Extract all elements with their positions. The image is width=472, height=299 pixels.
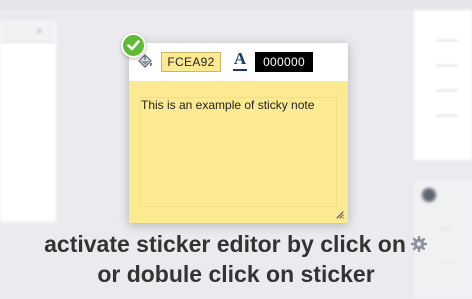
- background-avatar: [422, 188, 436, 202]
- background-left-panel-header: [0, 22, 56, 43]
- sticky-note-textarea[interactable]: This is an example of sticky note: [139, 97, 337, 207]
- checkmark-icon: [127, 40, 140, 51]
- gear-icon: [410, 235, 427, 252]
- background-right-chart: [436, 30, 464, 140]
- background-top-strip: [0, 0, 472, 10]
- caption-line-1-text: activate sticker editor by click on: [44, 231, 406, 257]
- text-color-input[interactable]: 000000: [255, 52, 313, 72]
- paint-bucket-icon[interactable]: [138, 54, 154, 70]
- background-close-icon: ×: [36, 24, 44, 38]
- background-left-panel: [0, 22, 56, 222]
- text-color-underline: [233, 69, 247, 71]
- confirm-button[interactable]: [121, 33, 146, 58]
- sticky-editor-toolbar: FCEA92 A 000000: [129, 43, 348, 81]
- resize-grip-icon[interactable]: [334, 209, 344, 219]
- sticky-note-editor: FCEA92 A 000000 This is an example of st…: [129, 43, 348, 223]
- sticky-note-body: This is an example of sticky note: [129, 81, 348, 223]
- caption-line-1: activate sticker editor by click on: [0, 229, 472, 259]
- text-color-icon[interactable]: A: [232, 50, 248, 72]
- text-color-glyph: A: [233, 49, 247, 68]
- instruction-caption: activate sticker editor by click on or d…: [0, 229, 472, 289]
- caption-line-2: or dobule click on sticker: [97, 261, 375, 287]
- background-color-input[interactable]: FCEA92: [161, 52, 221, 72]
